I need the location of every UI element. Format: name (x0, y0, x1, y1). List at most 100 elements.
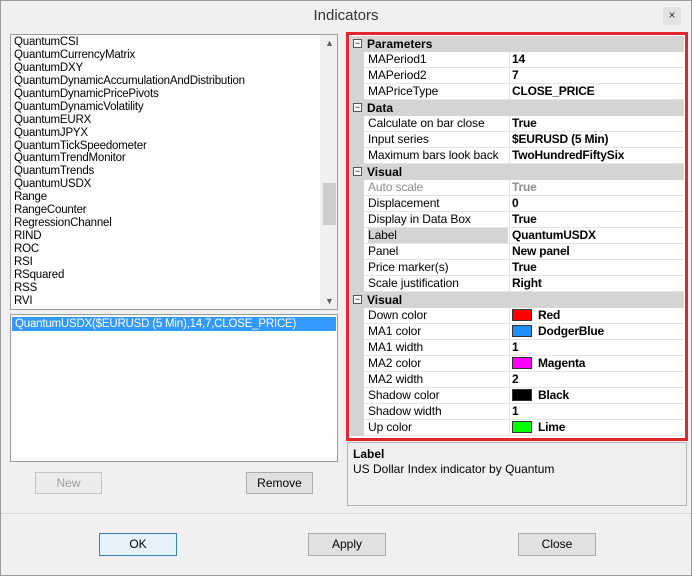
property-value[interactable]: 14 (512, 52, 682, 67)
property-value-text: Lime (538, 420, 566, 434)
properties-grid[interactable]: − Parameters MAPeriod1 14 MAPeriod2 7 MAPriceT… (350, 36, 684, 436)
property-value[interactable]: DodgerBlue (512, 324, 682, 339)
property-row[interactable]: Shadow color Black (350, 388, 684, 404)
property-value[interactable]: Lime (512, 420, 682, 435)
property-name: Panel (368, 244, 399, 258)
category-header[interactable]: − Visual (350, 164, 684, 180)
property-row[interactable]: MAPeriod1 14 (350, 52, 684, 68)
apply-button[interactable]: Apply (308, 533, 386, 556)
list-item[interactable]: RangeCounter (14, 204, 320, 217)
list-item[interactable]: QuantumCurrencyMatrix (14, 49, 320, 62)
property-row[interactable]: MA2 width 2 (350, 372, 684, 388)
property-value[interactable]: Red (512, 308, 682, 323)
property-row[interactable]: Shadow width 1 (350, 404, 684, 420)
list-item[interactable]: RSI (14, 256, 320, 269)
property-row[interactable]: Display in Data Box True (350, 212, 684, 228)
new-button[interactable]: New (35, 472, 102, 494)
close-button[interactable]: Close (518, 533, 596, 556)
list-item[interactable]: RSquared (14, 269, 320, 282)
collapse-icon[interactable]: − (353, 103, 362, 112)
property-value[interactable]: 2 (512, 372, 682, 387)
list-item[interactable]: QuantumTrendMonitor (14, 152, 320, 165)
row-gutter (350, 372, 364, 388)
indicator-list[interactable]: QuantumCSI QuantumCurrencyMatrix QuantumDX… (10, 34, 338, 310)
property-value[interactable]: Right (512, 276, 682, 291)
property-value[interactable]: CLOSE_PRICE (512, 84, 682, 99)
property-name: MA1 width (368, 340, 424, 354)
property-name: Shadow color (368, 388, 440, 402)
column-divider (509, 356, 510, 372)
color-swatch[interactable] (512, 389, 532, 401)
configured-indicator-item[interactable]: QuantumUSDX($EURUSD (5 Min),14,7,CLOSE_P… (12, 317, 336, 331)
ok-button[interactable]: OK (99, 533, 177, 556)
property-row[interactable]: Input series $EURUSD (5 Min) (350, 132, 684, 148)
column-divider (509, 180, 510, 196)
list-item[interactable]: QuantumCSI (14, 36, 320, 49)
list-item[interactable]: RVI (14, 295, 320, 308)
property-row[interactable]: MA1 color DodgerBlue (350, 324, 684, 340)
remove-button[interactable]: Remove (246, 472, 313, 494)
property-name: MA2 color (368, 356, 422, 370)
property-row[interactable]: MAPriceType CLOSE_PRICE (350, 84, 684, 100)
property-value[interactable]: 0 (512, 196, 682, 211)
property-value[interactable]: 1 (512, 340, 682, 355)
list-item[interactable]: QuantumDynamicAccumulationAndDistributio… (14, 75, 320, 88)
property-row[interactable]: Scale justification Right (350, 276, 684, 292)
list-item[interactable]: QuantumDynamicVolatility (14, 101, 320, 114)
property-value[interactable]: Magenta (512, 356, 682, 371)
close-icon[interactable]: × (663, 7, 681, 25)
property-value[interactable]: New panel (512, 244, 682, 259)
column-divider (509, 260, 510, 276)
property-row[interactable]: Price marker(s) True (350, 260, 684, 276)
color-swatch[interactable] (512, 325, 532, 337)
row-gutter (350, 228, 364, 244)
configured-indicators-list[interactable]: QuantumUSDX($EURUSD (5 Min),14,7,CLOSE_P… (10, 314, 338, 462)
list-item[interactable]: QuantumTrends (14, 165, 320, 178)
scrollbar-thumb[interactable] (323, 183, 336, 225)
collapse-icon[interactable]: − (353, 295, 362, 304)
property-value[interactable]: True (512, 180, 682, 195)
property-row[interactable]: Label QuantumUSDX (350, 228, 684, 244)
color-swatch[interactable] (512, 309, 532, 321)
list-item[interactable]: RSS (14, 282, 320, 295)
list-item[interactable]: RIND (14, 230, 320, 243)
property-value[interactable]: 7 (512, 68, 682, 83)
color-swatch[interactable] (512, 357, 532, 369)
category-header[interactable]: − Data (350, 100, 684, 116)
property-row[interactable]: Up color Lime (350, 420, 684, 436)
property-value[interactable]: Black (512, 388, 682, 403)
category-header[interactable]: − Visual (350, 292, 684, 308)
scroll-up-icon[interactable]: ▲ (321, 35, 337, 51)
property-row[interactable]: Panel New panel (350, 244, 684, 260)
collapse-icon[interactable]: − (353, 167, 362, 176)
property-row[interactable]: Displacement 0 (350, 196, 684, 212)
property-row[interactable]: Maximum bars look back TwoHundredFiftySix (350, 148, 684, 164)
property-row[interactable]: Down color Red (350, 308, 684, 324)
list-item[interactable]: QuantumDynamicPricePivots (14, 88, 320, 101)
list-item[interactable]: QuantumTickSpeedometer (14, 140, 320, 153)
list-item[interactable]: RegressionChannel (14, 217, 320, 230)
list-item[interactable]: QuantumJPYX (14, 127, 320, 140)
collapse-icon[interactable]: − (353, 39, 362, 48)
list-item[interactable]: QuantumEURX (14, 114, 320, 127)
property-value[interactable]: True (512, 212, 682, 227)
scroll-down-icon[interactable]: ▼ (321, 293, 337, 309)
property-value[interactable]: $EURUSD (5 Min) (512, 132, 682, 147)
property-value[interactable]: True (512, 116, 682, 131)
property-row[interactable]: Auto scale True (350, 180, 684, 196)
property-row[interactable]: MAPeriod2 7 (350, 68, 684, 84)
color-swatch[interactable] (512, 421, 532, 433)
property-row[interactable]: Calculate on bar close True (350, 116, 684, 132)
property-row[interactable]: MA2 color Magenta (350, 356, 684, 372)
property-value[interactable]: TwoHundredFiftySix (512, 148, 682, 163)
list-item[interactable]: Range (14, 191, 320, 204)
property-value[interactable]: True (512, 260, 682, 275)
list-item[interactable]: QuantumUSDX (14, 178, 320, 191)
list-item[interactable]: QuantumDXY (14, 62, 320, 75)
property-value[interactable]: 1 (512, 404, 682, 419)
property-row[interactable]: MA1 width 1 (350, 340, 684, 356)
property-value[interactable]: QuantumUSDX (512, 228, 682, 243)
indicator-list-scrollbar[interactable]: ▲ ▼ (320, 35, 337, 309)
category-header[interactable]: − Parameters (350, 36, 684, 52)
list-item[interactable]: ROC (14, 243, 320, 256)
